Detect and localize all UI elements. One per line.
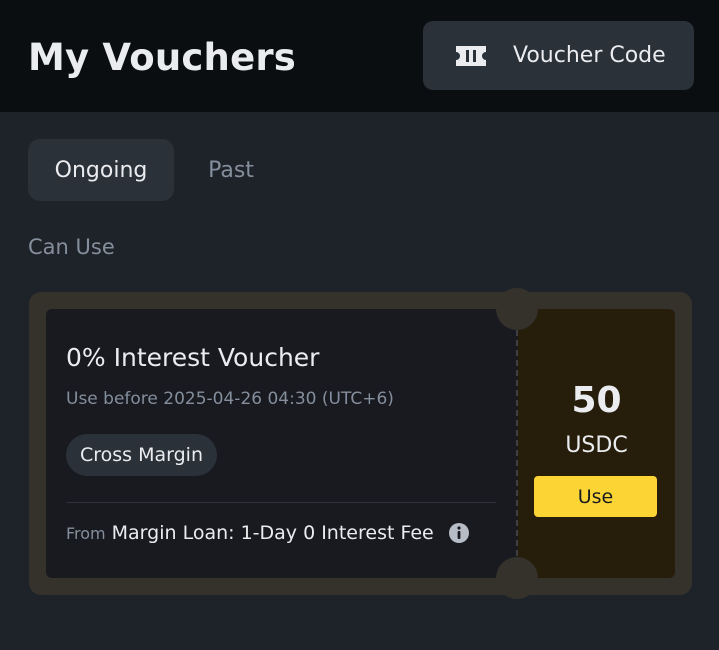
tab-past[interactable]: Past: [186, 139, 276, 201]
voucher-title: 0% Interest Voucher: [66, 343, 320, 372]
voucher-divider: [66, 502, 496, 503]
voucher-unit: USDC: [565, 433, 628, 458]
voucher-source: From Margin Loan: 1-Day 0 Interest Fee: [66, 522, 470, 544]
use-button[interactable]: Use: [534, 476, 657, 517]
section-label-can-use: Can Use: [28, 235, 115, 259]
voucher-code-button[interactable]: Voucher Code: [423, 21, 694, 90]
page-header: My Vouchers Voucher Code: [0, 0, 719, 112]
voucher-tag: Cross Margin: [66, 434, 217, 476]
voucher-amount: 50: [571, 380, 622, 421]
voucher-expiry: Use before 2025-04-26 04:30 (UTC+6): [66, 389, 394, 409]
tab-ongoing[interactable]: Ongoing: [28, 139, 174, 201]
page-title: My Vouchers: [28, 36, 297, 79]
voucher-notch-top: [496, 288, 538, 330]
ticket-icon: [456, 46, 486, 66]
voucher-notch-bottom: [496, 557, 538, 599]
voucher-code-label: Voucher Code: [513, 43, 666, 68]
voucher-source-prefix: From: [66, 523, 106, 543]
voucher-source-name: Margin Loan: 1-Day 0 Interest Fee: [111, 522, 434, 544]
info-icon[interactable]: [448, 522, 470, 544]
